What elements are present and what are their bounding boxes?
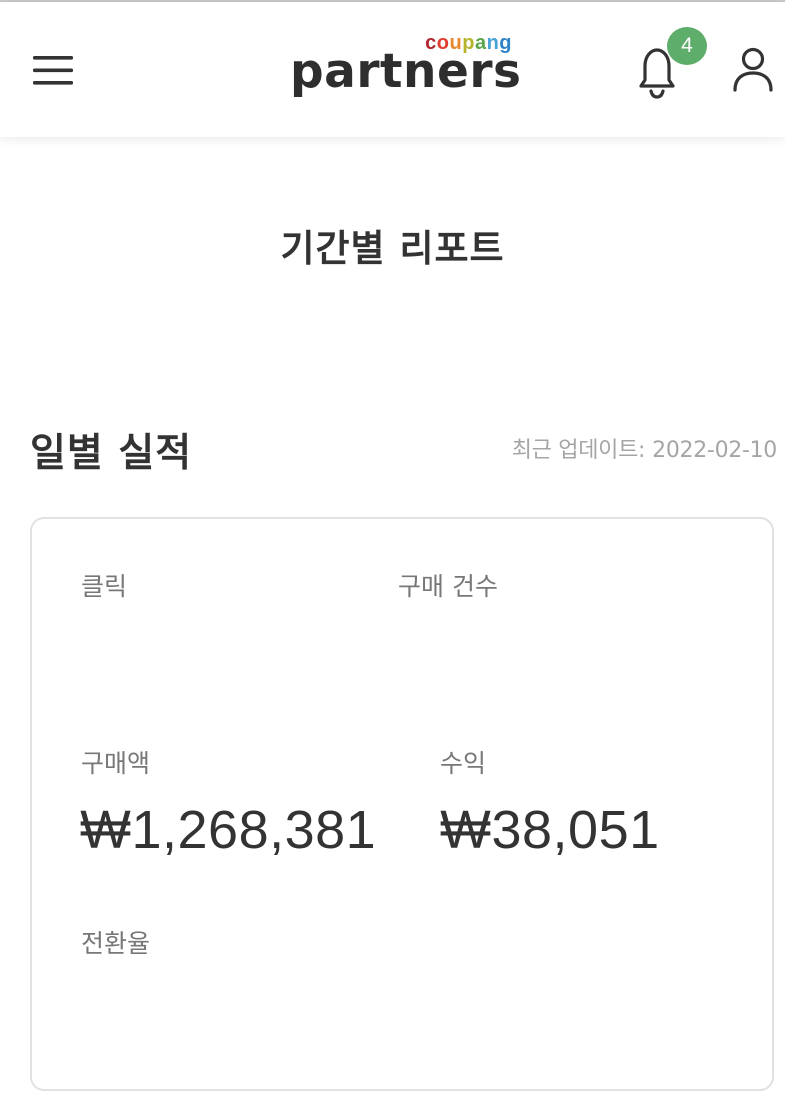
- last-updated-label: 최근 업데이트:: [511, 438, 646, 463]
- account-button[interactable]: [730, 44, 776, 94]
- last-updated-date: 2022-02-10: [652, 438, 777, 463]
- conversion-label: 전환율: [81, 929, 151, 958]
- last-updated: 최근 업데이트: 2022-02-10: [511, 432, 778, 464]
- menu-button[interactable]: [30, 48, 76, 92]
- clicks-label: 클릭: [81, 572, 128, 601]
- sales-value: ₩1,268,381: [80, 800, 377, 860]
- revenue-value: ₩38,051: [440, 800, 660, 860]
- app-header: coupang partners: [0, 2, 785, 137]
- hamburger-menu-icon: [33, 56, 73, 85]
- revenue-label: 수익: [440, 749, 487, 778]
- orders-label: 구매 건수: [398, 572, 498, 601]
- coupang-partners-logo[interactable]: coupang partners: [290, 30, 521, 110]
- notification-count-badge: 4: [667, 27, 707, 65]
- page-title: 기간별 리포트: [280, 227, 505, 270]
- section-title: 일별 실적: [30, 431, 193, 476]
- daily-performance-card: 클릭 구매 건수 구매액 ₩1,268,381 수익 ₩38,051 전환율: [30, 517, 774, 1091]
- logo-partners-text: partners: [290, 44, 522, 99]
- user-icon: [733, 47, 773, 92]
- sales-label: 구매액: [81, 749, 151, 778]
